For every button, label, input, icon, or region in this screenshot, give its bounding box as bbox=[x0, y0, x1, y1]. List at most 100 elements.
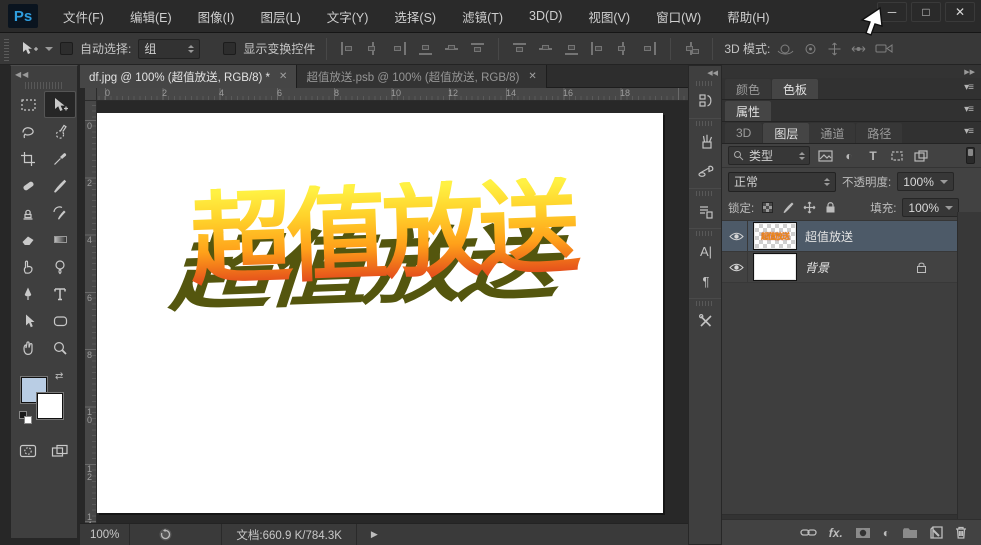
minimize-button[interactable]: ─ bbox=[877, 2, 907, 22]
character-panel-icon[interactable]: A| bbox=[689, 236, 723, 266]
layer-row-selected[interactable]: 超值放送 超值放送 bbox=[722, 221, 957, 252]
eyedropper-tool[interactable] bbox=[44, 145, 76, 172]
screen-mode-button[interactable] bbox=[44, 437, 76, 464]
gradient-tool[interactable] bbox=[44, 226, 76, 253]
tool-presets-panel-icon[interactable] bbox=[689, 306, 723, 336]
swap-colors-icon[interactable]: ⇄ bbox=[55, 371, 63, 382]
menu-filter[interactable]: 滤镜(T) bbox=[449, 0, 516, 33]
ruler-origin-corner[interactable] bbox=[85, 88, 97, 101]
menu-file[interactable]: 文件(F) bbox=[50, 0, 117, 33]
brush-presets-panel-icon[interactable] bbox=[689, 126, 723, 156]
distribute-left-edges-icon[interactable] bbox=[590, 42, 605, 55]
type-tool[interactable] bbox=[44, 280, 76, 307]
layer-styles-icon[interactable]: fx. bbox=[829, 526, 843, 540]
quick-selection-tool[interactable] bbox=[44, 118, 76, 145]
collapse-tools-icon[interactable]: ◀◀ bbox=[15, 70, 29, 79]
tab-swatches[interactable]: 色板 bbox=[772, 79, 818, 99]
path-selection-tool[interactable] bbox=[12, 307, 44, 334]
panel-scroll-gutter[interactable] bbox=[957, 212, 981, 519]
rounded-rectangle-tool[interactable] bbox=[44, 307, 76, 334]
align-left-edges-icon[interactable] bbox=[340, 42, 355, 55]
close-tab-icon[interactable]: ✕ bbox=[279, 71, 287, 82]
tab-channels[interactable]: 通道 bbox=[809, 123, 855, 143]
tab-3d[interactable]: 3D bbox=[725, 123, 762, 143]
paragraph-panel-icon[interactable]: ¶ bbox=[689, 266, 723, 296]
menu-help[interactable]: 帮助(H) bbox=[714, 0, 782, 33]
layer-filtering-toggle[interactable] bbox=[966, 147, 975, 164]
layer-name[interactable]: 超值放送 bbox=[805, 228, 853, 245]
lock-all-icon[interactable] bbox=[823, 200, 838, 215]
close-button[interactable]: ✕ bbox=[945, 2, 975, 22]
filter-pixel-layers-icon[interactable] bbox=[816, 148, 834, 164]
pen-tool[interactable] bbox=[12, 280, 44, 307]
options-grip[interactable] bbox=[4, 37, 9, 61]
new-layer-icon[interactable] bbox=[930, 526, 943, 539]
background-color-swatch[interactable] bbox=[37, 393, 63, 419]
maximize-button[interactable]: □ bbox=[911, 2, 941, 22]
menu-type[interactable]: 文字(Y) bbox=[314, 0, 382, 33]
auto-select-dropdown[interactable]: 组 bbox=[138, 39, 200, 59]
3d-drag-icon[interactable] bbox=[827, 42, 842, 56]
eraser-tool[interactable] bbox=[12, 226, 44, 253]
lock-pixels-icon[interactable] bbox=[781, 200, 796, 215]
panel-menu-icon[interactable]: ▾≡ bbox=[964, 82, 973, 93]
delete-layer-icon[interactable] bbox=[955, 526, 967, 539]
horizontal-ruler[interactable]: 0 2 4 6 8 10 12 14 16 18 bbox=[97, 88, 688, 101]
align-horizontal-centers-icon[interactable] bbox=[366, 42, 381, 55]
history-panel-icon[interactable] bbox=[689, 86, 723, 116]
layer-name[interactable]: 背景 bbox=[805, 259, 829, 276]
document-tab-active[interactable]: df.jpg @ 100% (超值放送, RGB/8) * ✕ bbox=[80, 65, 297, 88]
auto-select-checkbox[interactable] bbox=[60, 42, 73, 55]
filter-type-layers-icon[interactable]: T bbox=[864, 148, 882, 164]
align-top-edges-icon[interactable] bbox=[470, 42, 485, 55]
vertical-ruler[interactable]: 0 2 4 6 8 10 12 14 bbox=[85, 101, 97, 523]
lock-position-icon[interactable] bbox=[802, 200, 817, 215]
lock-transparency-icon[interactable] bbox=[760, 200, 775, 215]
zoom-level-field[interactable]: 100% bbox=[80, 524, 130, 545]
move-tool[interactable] bbox=[44, 91, 76, 118]
layer-thumbnail[interactable] bbox=[754, 254, 796, 280]
add-layer-mask-icon[interactable] bbox=[855, 527, 871, 539]
clone-source-panel-icon[interactable] bbox=[689, 156, 723, 186]
tools-grip[interactable] bbox=[25, 82, 63, 89]
menu-3d[interactable]: 3D(D) bbox=[516, 0, 575, 33]
expand-dock-icon[interactable]: ▶▶ bbox=[964, 68, 975, 76]
3d-roll-icon[interactable] bbox=[803, 42, 818, 56]
menu-view[interactable]: 视图(V) bbox=[575, 0, 643, 33]
menu-image[interactable]: 图像(I) bbox=[185, 0, 248, 33]
status-options-arrow-icon[interactable]: ▶ bbox=[371, 529, 378, 540]
brush-tool[interactable] bbox=[44, 172, 76, 199]
filter-shape-layers-icon[interactable] bbox=[888, 148, 906, 164]
filter-adjustment-layers-icon[interactable]: ◐ bbox=[840, 148, 858, 164]
layer-visibility-toggle[interactable] bbox=[726, 221, 748, 251]
collapse-strip-icon[interactable]: ◀◀ bbox=[707, 69, 718, 77]
link-layers-icon[interactable] bbox=[800, 528, 817, 537]
zoom-tool[interactable] bbox=[44, 334, 76, 361]
lasso-tool[interactable] bbox=[12, 118, 44, 145]
fill-value-box[interactable]: 100% bbox=[902, 198, 959, 217]
tab-properties[interactable]: 属性 bbox=[725, 101, 771, 121]
hand-tool[interactable] bbox=[12, 334, 44, 361]
align-bottom-edges-icon[interactable] bbox=[418, 42, 433, 55]
3d-slide-icon[interactable] bbox=[851, 42, 866, 56]
distribute-vertical-centers-icon[interactable] bbox=[538, 42, 553, 55]
document-size-info[interactable]: 文档:660.9 K/784.3K bbox=[221, 524, 356, 545]
panel-menu-icon[interactable]: ▾≡ bbox=[964, 104, 973, 115]
layer-comps-panel-icon[interactable] bbox=[689, 196, 723, 226]
distribute-right-edges-icon[interactable] bbox=[642, 42, 657, 55]
menu-edit[interactable]: 编辑(E) bbox=[117, 0, 185, 33]
distribute-horizontal-centers-icon[interactable] bbox=[616, 42, 631, 55]
tool-preset-dropdown-icon[interactable] bbox=[45, 47, 53, 51]
menu-window[interactable]: 窗口(W) bbox=[643, 0, 714, 33]
layer-row-background[interactable]: 背景 bbox=[722, 252, 957, 283]
show-transform-checkbox[interactable] bbox=[223, 42, 236, 55]
tab-layers[interactable]: 图层 bbox=[763, 123, 809, 143]
distribute-bottom-edges-icon[interactable] bbox=[564, 42, 579, 55]
align-vertical-centers-icon[interactable] bbox=[444, 42, 459, 55]
filter-smart-objects-icon[interactable] bbox=[912, 148, 930, 164]
history-brush-tool[interactable] bbox=[44, 199, 76, 226]
spot-healing-brush-tool[interactable] bbox=[12, 172, 44, 199]
dodge-tool[interactable] bbox=[44, 253, 76, 280]
opacity-value-box[interactable]: 100% bbox=[897, 172, 954, 191]
quick-mask-mode-button[interactable] bbox=[12, 437, 44, 464]
